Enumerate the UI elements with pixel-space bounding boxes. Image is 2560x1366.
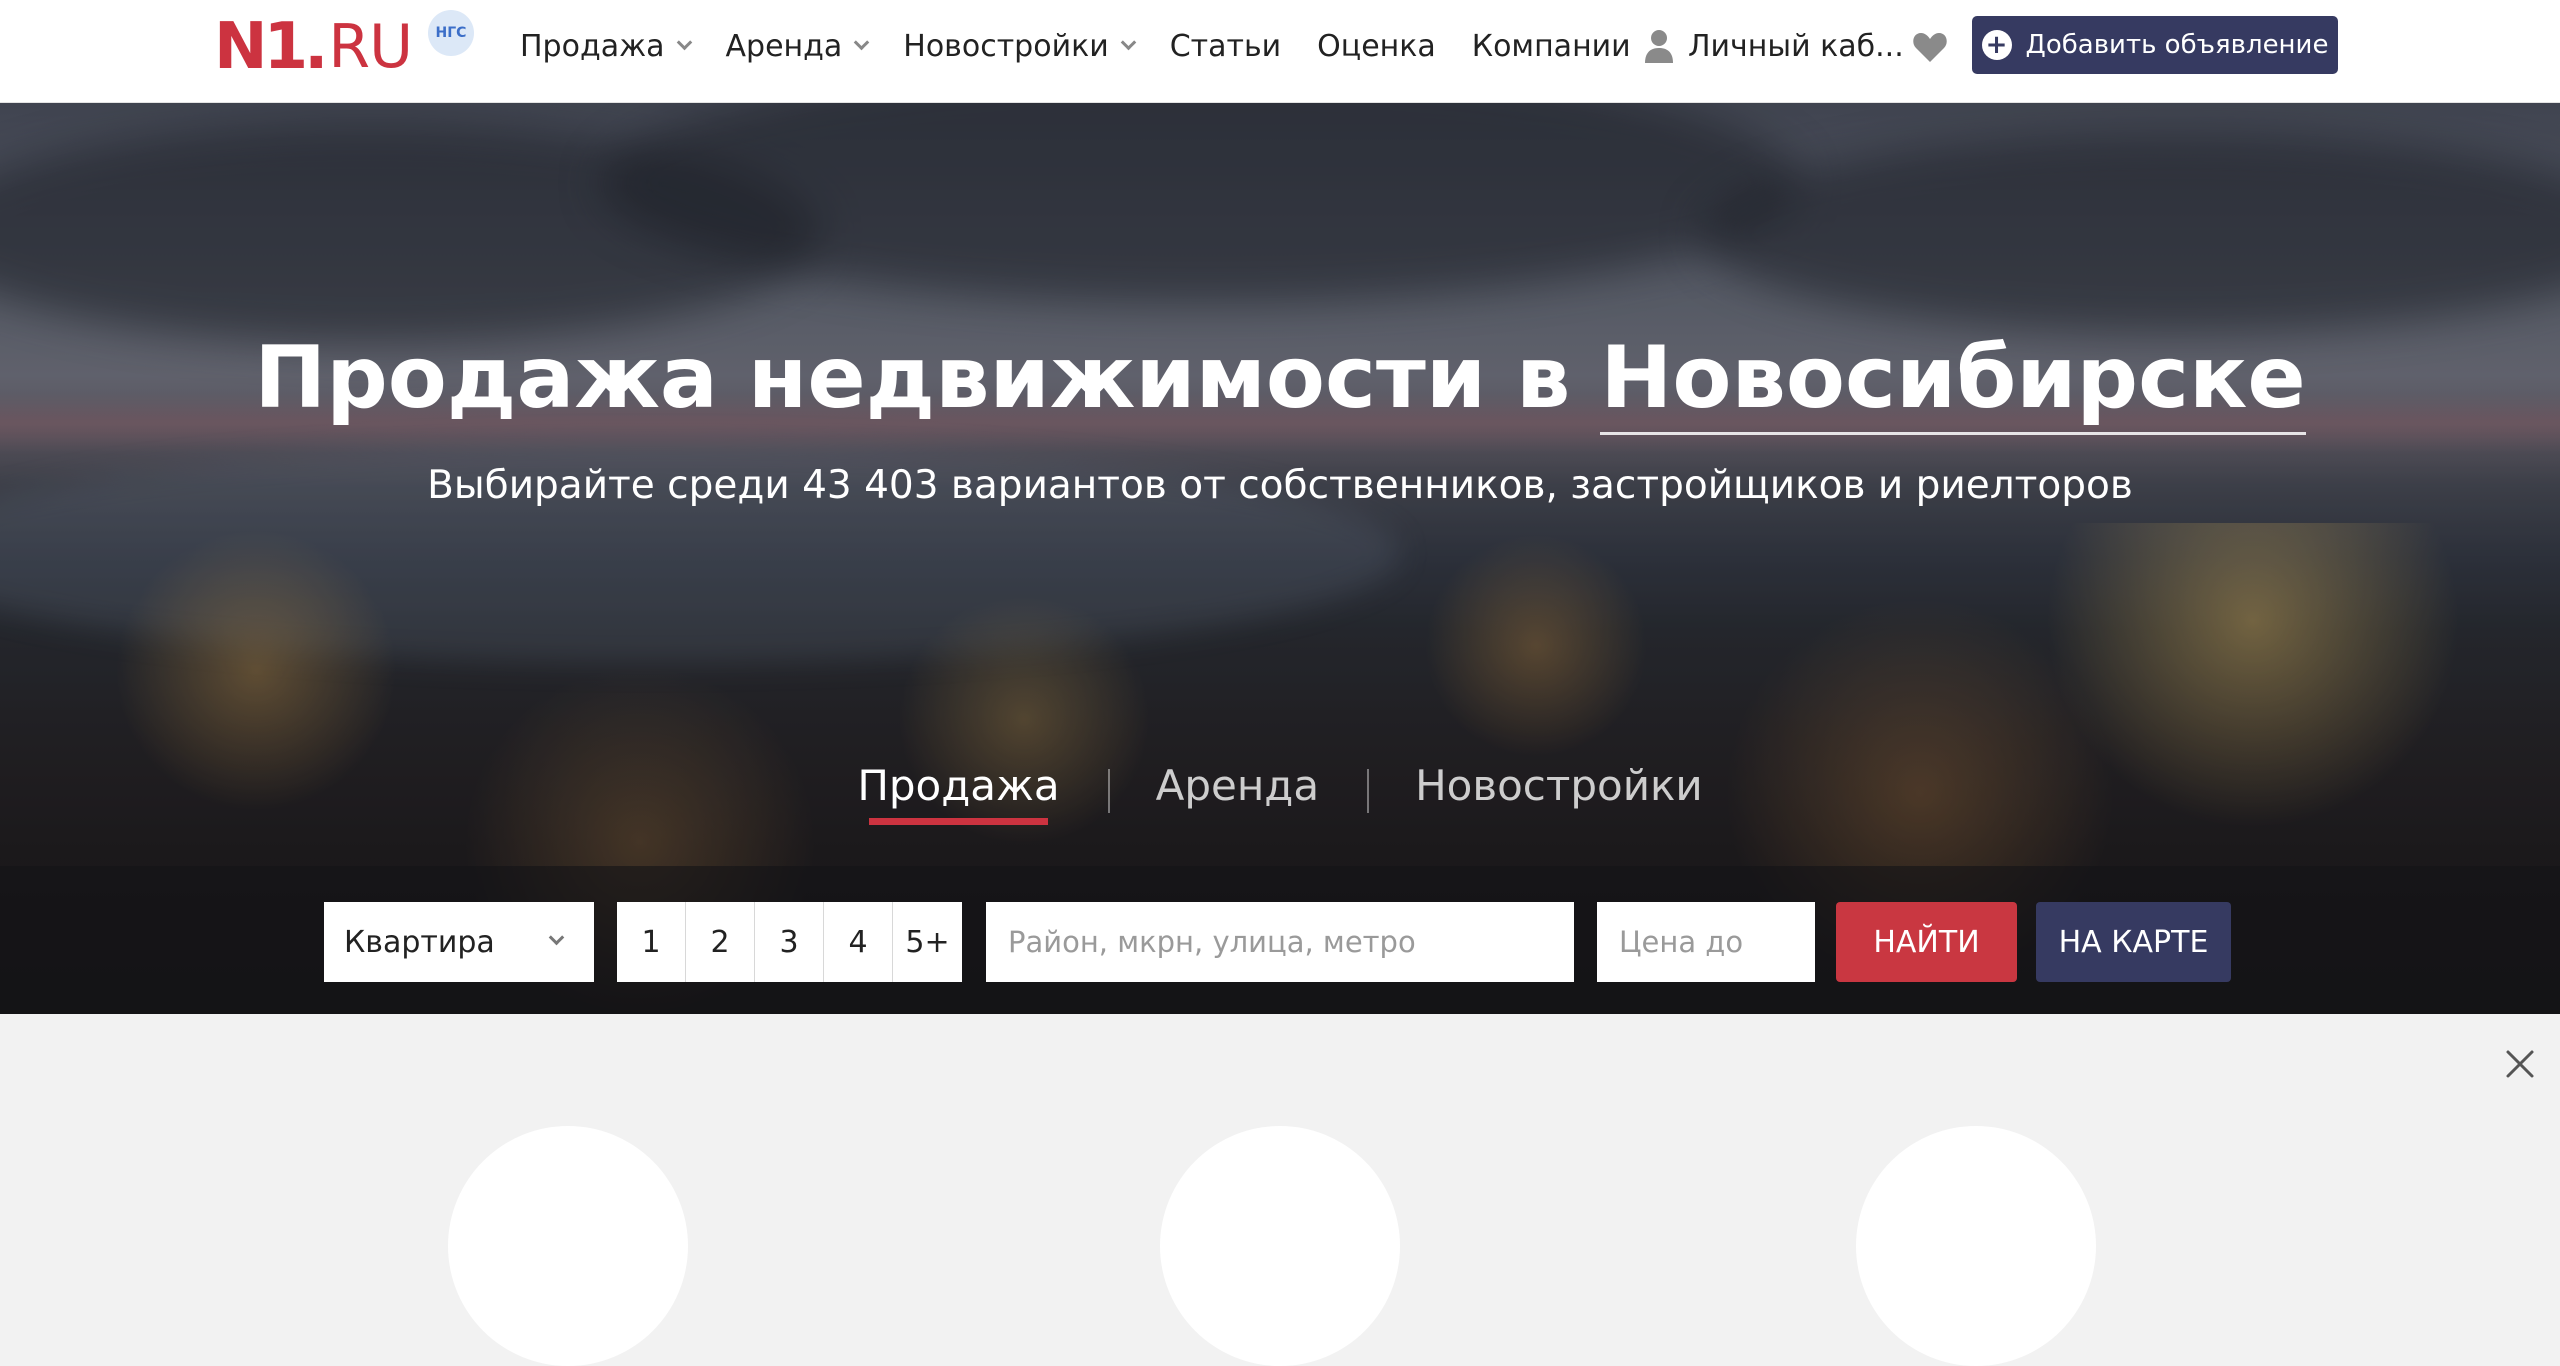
city-selector-link[interactable]: Новосибирске xyxy=(1600,328,2306,435)
chevron-down-icon xyxy=(548,929,565,946)
search-bar: Квартира 1 2 3 4 5+ НАЙТИ НА КАРТЕ xyxy=(0,866,2560,1014)
room-option-5-plus[interactable]: 5+ xyxy=(893,902,962,982)
close-icon[interactable] xyxy=(2504,1048,2536,1080)
tab-new-buildings[interactable]: Новостройки xyxy=(1367,753,1751,853)
site-logo[interactable]: N1. RU xyxy=(214,10,413,84)
nav-item-label: Статьи xyxy=(1169,28,1282,64)
chevron-down-icon xyxy=(853,34,870,50)
category-card[interactable] xyxy=(1856,1126,2096,1366)
rooms-selector: 1 2 3 4 5+ xyxy=(617,902,962,982)
max-price-input[interactable] xyxy=(1597,902,1815,982)
category-card[interactable] xyxy=(448,1126,688,1366)
hero-title-prefix: Продажа недвижимости в xyxy=(254,328,1571,428)
nav-item-companies[interactable]: Компании xyxy=(1472,29,1631,64)
content-area xyxy=(0,1014,2560,1366)
room-option-4[interactable]: 4 xyxy=(824,902,893,982)
nav-item-rent[interactable]: Аренда xyxy=(725,28,870,64)
tab-sale[interactable]: Продажа xyxy=(809,753,1107,853)
site-header: N1. RU НГС Продажа Аренда Новостройки Ста… xyxy=(0,0,2560,103)
property-type-select[interactable]: Квартира xyxy=(324,902,594,982)
nav-item-label: Новостройки xyxy=(903,28,1109,64)
logo-tld: RU xyxy=(328,12,413,82)
address-search-input[interactable] xyxy=(986,902,1574,982)
nav-item-new-buildings[interactable]: Новостройки xyxy=(903,28,1136,64)
room-option-3[interactable]: 3 xyxy=(755,902,824,982)
nav-item-articles[interactable]: Статьи xyxy=(1170,29,1281,64)
room-option-2[interactable]: 2 xyxy=(686,902,755,982)
logo-brand: N1 xyxy=(214,10,308,84)
property-type-value: Квартира xyxy=(344,924,495,960)
ngs-badge[interactable]: НГС xyxy=(428,10,474,56)
plus-icon: + xyxy=(1981,30,2012,60)
room-option-1[interactable]: 1 xyxy=(617,902,686,982)
nav-item-sale[interactable]: Продажа xyxy=(520,28,692,64)
category-card[interactable] xyxy=(1160,1126,1400,1366)
add-listing-label: Добавить объявление xyxy=(2025,30,2329,60)
nav-item-label: Оценка xyxy=(1317,28,1436,64)
nav-item-label: Продажа xyxy=(520,28,665,64)
heart-icon[interactable] xyxy=(1912,30,1948,64)
hero-subtitle: Выбирайте среди 43 403 вариантов от собс… xyxy=(427,463,2133,508)
nav-item-label: Аренда xyxy=(725,28,843,64)
hero-title: Продажа недвижимости в Новосибирске xyxy=(0,323,2560,435)
chevron-down-icon xyxy=(1120,34,1136,50)
logo-dot: . xyxy=(304,10,329,84)
user-icon xyxy=(1645,30,1673,63)
hero-banner: Продажа недвижимости в Новосибирске Выби… xyxy=(0,103,2560,1014)
find-button[interactable]: НАЙТИ xyxy=(1836,902,2017,982)
nav-item-valuation[interactable]: Оценка xyxy=(1317,29,1436,64)
tab-rent[interactable]: Аренда xyxy=(1107,753,1367,853)
add-listing-button[interactable]: + Добавить объявление xyxy=(1972,16,2338,74)
main-nav: Продажа Аренда Новостройки Статьи Оценка… xyxy=(520,0,1667,92)
nav-item-label: Компании xyxy=(1471,28,1631,64)
personal-cabinet-link[interactable]: Личный каб... xyxy=(1644,0,1904,92)
show-on-map-button[interactable]: НА КАРТЕ xyxy=(2036,902,2231,982)
deal-type-tabs: Продажа Аренда Новостройки xyxy=(0,753,2560,853)
cabinet-label: Личный каб... xyxy=(1688,28,1904,64)
chevron-down-icon xyxy=(676,34,692,50)
